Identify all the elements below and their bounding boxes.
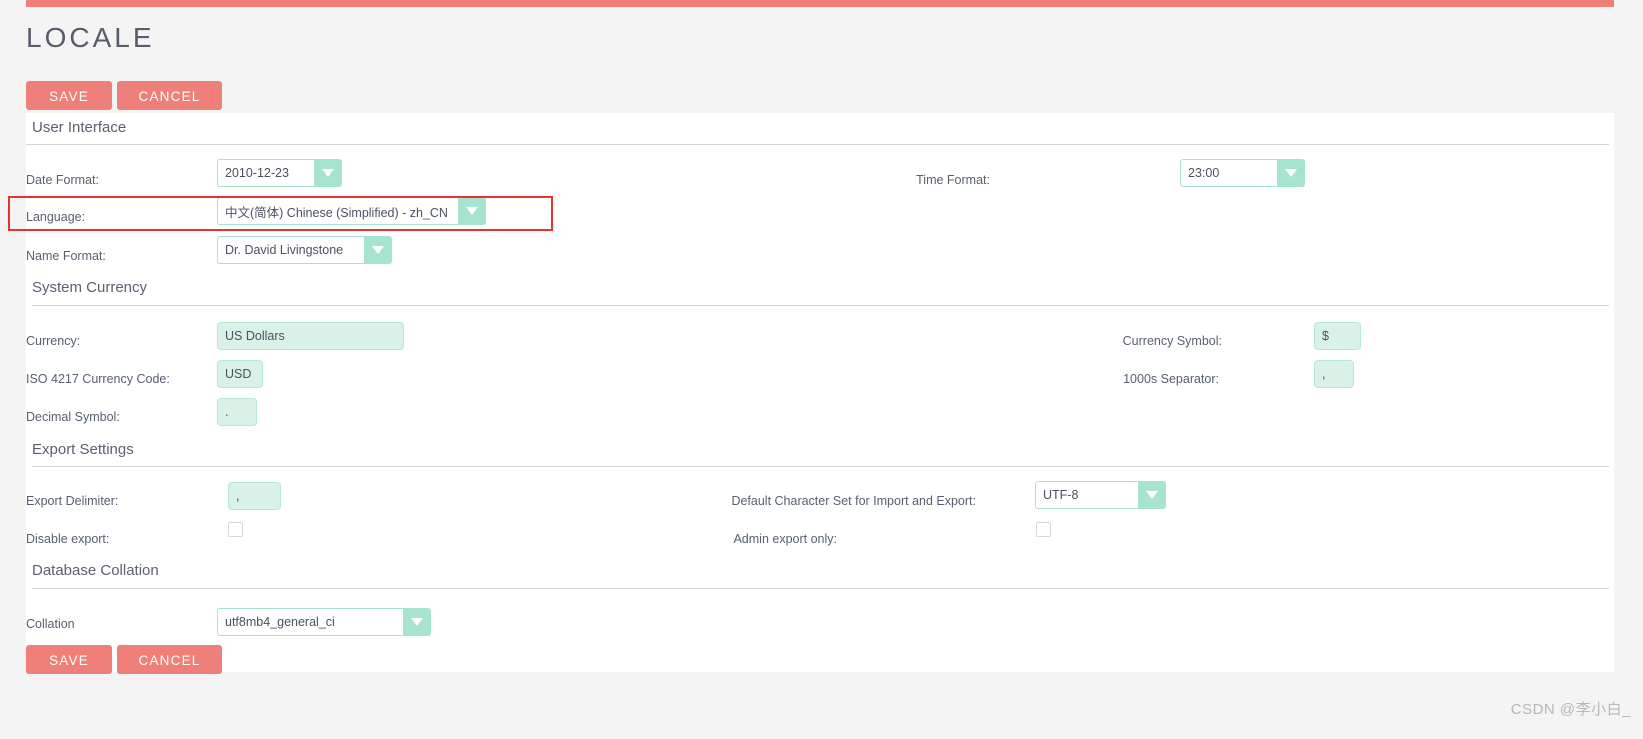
page-title: LOCALE <box>26 22 155 53</box>
label-collation: Collation <box>26 617 75 631</box>
chevron-down-icon[interactable] <box>364 236 392 264</box>
time-format-value: 23:00 <box>1180 159 1277 187</box>
label-currency-symbol: Currency Symbol: <box>1122 334 1222 348</box>
currency-input[interactable]: US Dollars <box>217 322 404 350</box>
time-format-select[interactable]: 23:00 <box>1180 159 1305 187</box>
collation-select[interactable]: utf8mb4_general_ci <box>217 608 431 636</box>
default-charset-value: UTF-8 <box>1035 481 1138 509</box>
section-rule-export-settings <box>32 466 1609 467</box>
chevron-down-icon[interactable] <box>458 197 486 225</box>
label-language: Language: <box>26 210 86 224</box>
label-time-format: Time Format: <box>916 173 990 187</box>
section-rule-system-currency <box>32 305 1609 306</box>
chevron-down-icon[interactable] <box>403 608 431 636</box>
date-format-select[interactable]: 2010-12-23 <box>217 159 342 187</box>
section-rule-database-collation <box>32 588 1609 589</box>
locale-settings-page: LOCALE SAVE CANCEL User Interface Date F… <box>0 0 1643 739</box>
admin-export-only-checkbox[interactable] <box>1036 522 1051 537</box>
chevron-down-icon[interactable] <box>1277 159 1305 187</box>
thousands-separator-input[interactable]: , <box>1314 360 1354 388</box>
section-rule-user-interface <box>26 144 1609 145</box>
label-admin-export-only: Admin export only: <box>733 532 837 546</box>
chevron-down-icon[interactable] <box>1138 481 1166 509</box>
iso-currency-code-input[interactable]: USD <box>217 360 263 388</box>
cancel-button-top[interactable]: CANCEL <box>117 81 222 110</box>
decimal-symbol-input[interactable]: . <box>217 398 257 426</box>
collation-value: utf8mb4_general_ci <box>217 608 403 636</box>
currency-symbol-input[interactable]: $ <box>1314 322 1361 350</box>
section-title-user-interface: User Interface <box>32 119 127 136</box>
label-name-format: Name Format: <box>26 249 106 263</box>
label-iso-currency-code: ISO 4217 Currency Code: <box>26 372 170 386</box>
cancel-button-bottom[interactable]: CANCEL <box>117 645 222 674</box>
disable-export-checkbox[interactable] <box>228 522 243 537</box>
chevron-down-icon[interactable] <box>314 159 342 187</box>
watermark: CSDN @李小白_ <box>1510 701 1631 718</box>
save-button-bottom[interactable]: SAVE <box>26 645 112 674</box>
label-currency: Currency: <box>26 334 81 348</box>
label-default-charset: Default Character Set for Import and Exp… <box>731 494 976 508</box>
language-value: 中文(简体) Chinese (Simplified) - zh_CN <box>217 197 458 225</box>
top-accent-bar <box>26 0 1614 7</box>
label-decimal-symbol: Decimal Symbol: <box>26 410 120 424</box>
section-title-export-settings: Export Settings <box>32 441 134 458</box>
save-button-top[interactable]: SAVE <box>26 81 112 110</box>
default-charset-select[interactable]: UTF-8 <box>1035 481 1166 509</box>
label-thousands-separator: 1000s Separator: <box>1123 372 1219 386</box>
language-select[interactable]: 中文(简体) Chinese (Simplified) - zh_CN <box>217 197 486 225</box>
name-format-value: Dr. David Livingstone <box>217 236 364 264</box>
label-disable-export: Disable export: <box>26 532 110 546</box>
export-delimiter-input[interactable]: , <box>228 482 281 510</box>
name-format-select[interactable]: Dr. David Livingstone <box>217 236 392 264</box>
label-date-format: Date Format: <box>26 173 99 187</box>
date-format-value: 2010-12-23 <box>217 159 314 187</box>
label-export-delimiter: Export Delimiter: <box>26 494 119 508</box>
section-title-system-currency: System Currency <box>32 279 148 296</box>
section-title-database-collation: Database Collation <box>32 562 159 579</box>
